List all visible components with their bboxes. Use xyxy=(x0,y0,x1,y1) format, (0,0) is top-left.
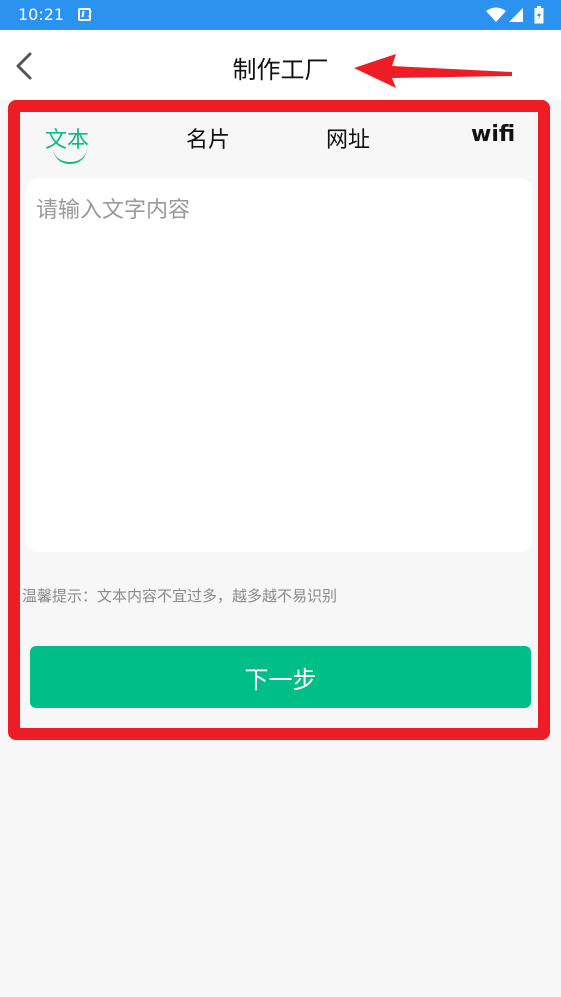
text-content-input[interactable] xyxy=(26,178,532,552)
status-bar: 10:21 xyxy=(0,0,561,30)
status-time: 10:21 xyxy=(18,5,65,24)
tab-business-card[interactable]: 名片 xyxy=(186,122,230,154)
wifi-icon xyxy=(486,7,506,22)
next-button[interactable]: 下一步 xyxy=(30,646,531,708)
header: 制作工厂 xyxy=(0,30,561,100)
tab-wifi[interactable]: wifi xyxy=(471,122,515,147)
notification-icon xyxy=(78,8,91,21)
tip-text: 温馨提示：文本内容不宜过多，越多越不易识别 xyxy=(22,587,338,605)
signal-icon xyxy=(509,8,523,22)
red-arrow-annotation xyxy=(354,54,512,88)
tab-url[interactable]: 网址 xyxy=(326,122,370,154)
battery-icon xyxy=(534,6,544,24)
